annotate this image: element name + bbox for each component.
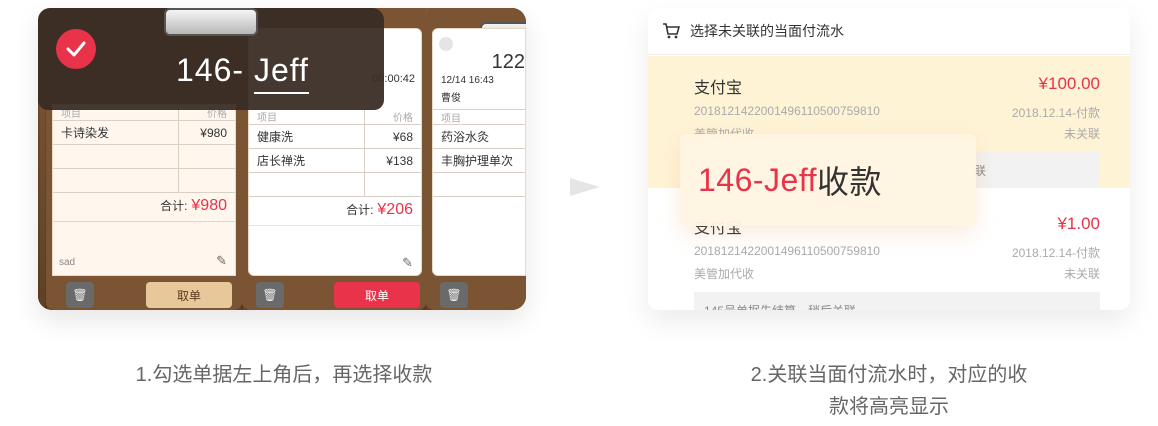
clip-icon [164, 8, 258, 36]
header-price: 价格 [393, 113, 413, 124]
table-header: 项目 [433, 109, 525, 125]
table-row: 丰胸护理单次 [433, 149, 525, 173]
item-name: 卡诗染发 [53, 121, 179, 144]
table-row: 店长禅洗 ¥138 [249, 149, 421, 173]
table-row: 药浴水灸 [433, 125, 525, 149]
table-row [53, 145, 235, 169]
pencil-icon[interactable]: ✎ [216, 253, 227, 269]
table-row [433, 173, 525, 197]
cart-icon [663, 23, 680, 39]
select-circle[interactable] [439, 37, 453, 51]
record-name: 支付宝 [694, 80, 743, 97]
item-name: 店长禅洗 [249, 149, 365, 172]
record-date: 2018.12.14-付款 [1011, 246, 1100, 260]
selected-order-title: 146- Jeff [176, 52, 309, 94]
table-header: 项目 价格 [249, 109, 421, 125]
trash-icon[interactable]: 🗑 [440, 282, 468, 308]
item-name: 丰胸护理单次 [441, 154, 514, 168]
record-note: 145号单据先结算，稍后关联 [694, 292, 1100, 310]
order-card-3[interactable]: 122 12/14 16:43 曹俊 项目 药浴水灸 丰胸护理单次 [432, 28, 526, 276]
order-person: 曹俊 [441, 93, 461, 104]
caption-step-2-line-1: 2.关联当面付流水时，对应的收 [750, 364, 1028, 386]
item-name: 健康洗 [249, 125, 365, 148]
order-number: 146- [176, 52, 245, 88]
customer-name: Jeff [253, 52, 309, 94]
take-order-button[interactable]: 取单 [334, 282, 420, 308]
item-price: ¥980 [200, 125, 227, 140]
order-card-1[interactable]: 项目 价格 卡诗染发 ¥980 合计: ¥980 sad ✎ [52, 104, 236, 276]
order-date: 12/14 16:43 [441, 75, 494, 86]
arrow-right-icon [570, 178, 600, 196]
record-channel: 美管加代收 [694, 267, 755, 281]
order-note: sad [59, 257, 76, 268]
header-item: 项目 [249, 109, 365, 124]
table-row: 卡诗染发 ¥980 [53, 121, 235, 145]
table-row [53, 169, 235, 193]
item-name: 药浴水灸 [441, 130, 490, 144]
trash-icon[interactable]: 🗑 [66, 282, 94, 308]
trash-icon[interactable]: 🗑 [256, 282, 284, 308]
header-item: 项目 [441, 113, 461, 125]
total-label: 合计: [346, 203, 374, 217]
total-line: 合计: ¥206 [346, 201, 413, 219]
record-amount: ¥1.00 [1057, 214, 1100, 233]
check-icon[interactable] [56, 29, 96, 69]
highlight-toast: 146-Jeff 收款 [680, 134, 976, 226]
total-amount: ¥980 [191, 197, 227, 214]
item-price: ¥138 [386, 153, 413, 168]
total-line: 合计: ¥980 [160, 197, 227, 215]
record-status: 未关联 [1063, 267, 1100, 281]
record-id: 2018121422001496110500759810 [694, 104, 880, 118]
total-amount: ¥206 [377, 201, 413, 218]
item-price: ¥68 [392, 129, 413, 144]
record-status: 未关联 [1063, 127, 1100, 141]
record-date: 2018.12.14-付款 [1011, 106, 1100, 120]
caption-step-1: 1.勾选单据左上角后，再选择收款 [135, 364, 433, 386]
caption-step-2-line-2: 款将高亮显示 [829, 396, 949, 418]
table-row [249, 173, 421, 197]
toast-order: 146-Jeff [698, 161, 818, 198]
table-row: 健康洗 ¥68 [249, 125, 421, 149]
record-id: 2018121422001496110500759810 [694, 244, 880, 258]
list-header: 选择未关联的当面付流水 [648, 8, 1130, 55]
take-order-button[interactable]: 取单 [146, 282, 232, 308]
pencil-icon[interactable]: ✎ [402, 255, 413, 271]
order-board-3: 122 12/14 16:43 曹俊 项目 药浴水灸 丰胸护理单次 🗑 [426, 8, 526, 310]
total-label: 合计: [160, 199, 188, 213]
order-number: 122 [491, 51, 525, 73]
record-amount: ¥100.00 [1038, 74, 1100, 93]
toast-label: 收款 [817, 164, 883, 200]
list-title: 选择未关联的当面付流水 [690, 23, 844, 39]
